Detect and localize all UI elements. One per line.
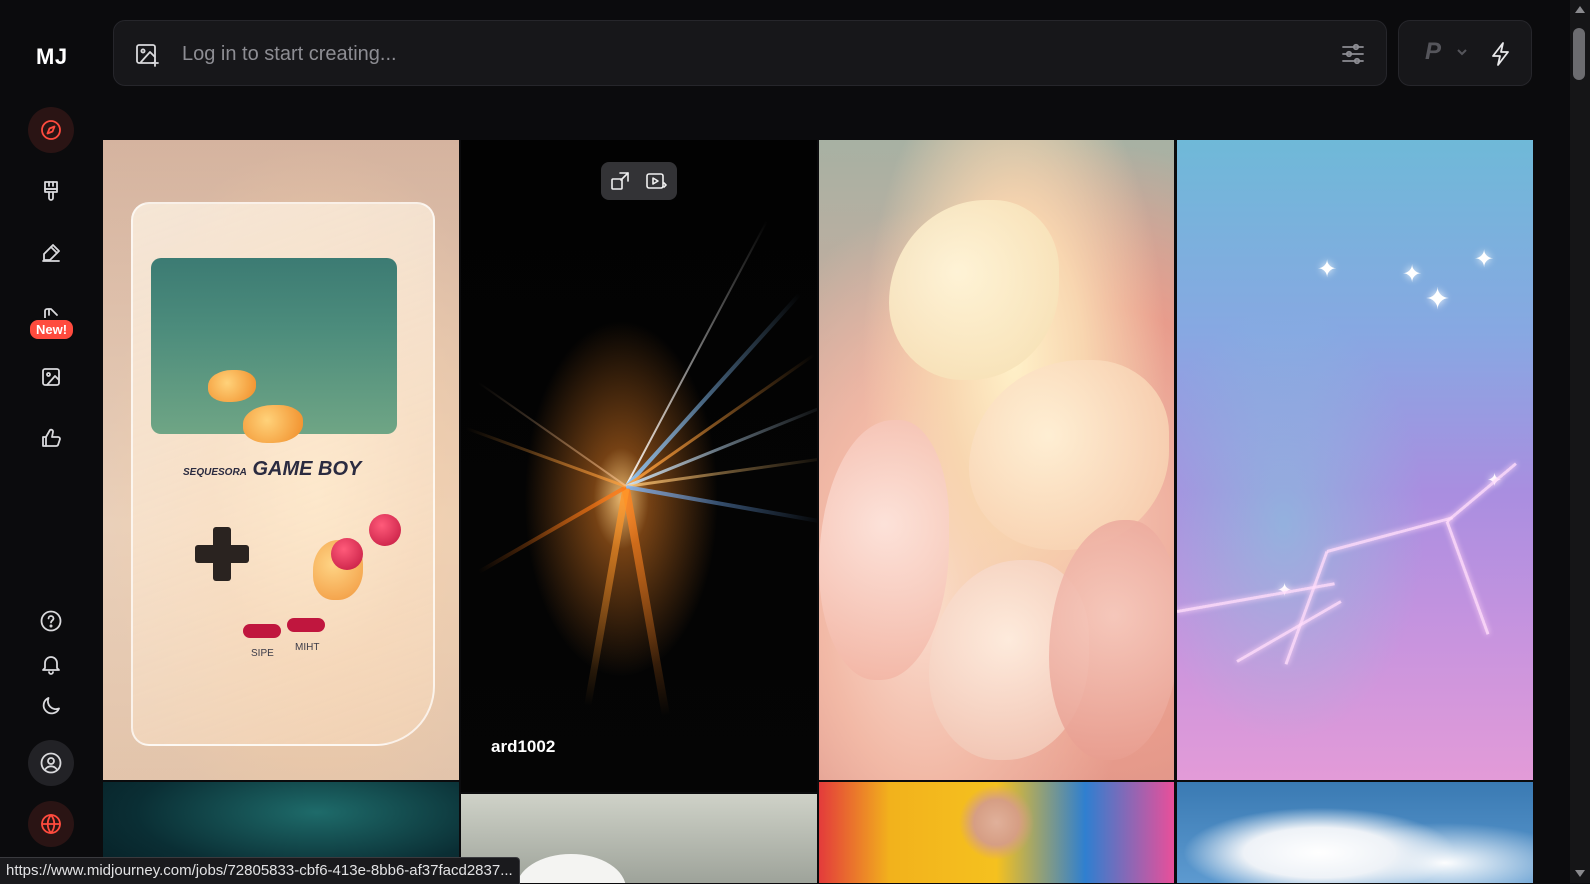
lightning-bolt-icon[interactable]	[1487, 40, 1515, 68]
sparkle-icon: ✦	[1474, 246, 1495, 273]
sidebar-item-help[interactable]	[28, 598, 74, 644]
mode-selector-panel: P	[1398, 20, 1532, 86]
gallery-tile-iridescent-water[interactable]: ✦ ✦ ✦ ✦ ✦ ✦	[1177, 140, 1533, 780]
caustic-line	[1284, 550, 1329, 665]
gallery-tile-goldfish-gameboy[interactable]: SEQUESORA GAME BOY SIPE MIHT	[103, 140, 459, 780]
light-streak	[465, 426, 627, 488]
gameboy-button	[331, 538, 363, 570]
gameboy-button	[369, 514, 401, 546]
light-streak	[625, 485, 817, 524]
animate-video-icon[interactable]	[645, 170, 667, 192]
goldfish	[243, 405, 303, 443]
light-streak	[477, 381, 627, 487]
gallery-tile-clouds[interactable]	[1177, 782, 1533, 883]
globe-icon	[41, 814, 61, 834]
thumbs-up-icon	[42, 428, 61, 447]
gameboy-brand-text: SEQUESORA GAME BOY	[183, 458, 362, 480]
gameboy-button-label: MIHT	[295, 642, 320, 653]
sidebar-item-language[interactable]	[28, 801, 74, 847]
sidebar-item-organize[interactable]	[28, 354, 74, 400]
compass-icon	[41, 120, 61, 140]
status-bar-url: https://www.midjourney.com/jobs/72805833…	[0, 857, 520, 884]
app-logo[interactable]: MJ	[36, 44, 68, 70]
gallery-tile-light-streaks[interactable]: ard1002	[461, 140, 817, 792]
gameboy-button-label: SIPE	[251, 648, 274, 659]
prompt-bar	[113, 20, 1387, 86]
image-prompt-icon[interactable]	[134, 41, 160, 67]
petal-shape	[1049, 520, 1174, 760]
sidebar-item-edit[interactable]	[28, 230, 74, 276]
expand-icon[interactable]	[609, 170, 631, 192]
light-streak	[477, 485, 627, 574]
white-orb	[516, 854, 626, 883]
light-streak	[622, 488, 670, 717]
sidebar-item-likes[interactable]	[28, 415, 74, 461]
gallery-tile-pop-art-portrait[interactable]	[819, 782, 1174, 883]
scroll-down-arrow-icon[interactable]	[1575, 870, 1585, 877]
sidebar-item-notifications[interactable]	[28, 641, 74, 687]
new-badge: New!	[28, 318, 76, 341]
petal-shape	[889, 200, 1059, 380]
caustic-line	[1445, 520, 1490, 635]
goldfish	[208, 370, 256, 402]
gallery-tile-pastel-petals[interactable]	[819, 140, 1174, 780]
image-icon	[42, 368, 60, 386]
settings-sliders-icon[interactable]	[1340, 41, 1366, 67]
sparkle-icon: ✦	[1317, 256, 1338, 283]
chevron-down-icon[interactable]	[1455, 45, 1469, 59]
mode-label[interactable]: P	[1425, 38, 1441, 66]
light-streak	[625, 402, 817, 488]
petal-shape	[819, 420, 949, 680]
caustic-line	[1326, 516, 1453, 553]
sidebar-item-create[interactable]	[28, 168, 74, 214]
gameboy-dpad	[213, 527, 231, 581]
scroll-up-arrow-icon[interactable]	[1575, 6, 1585, 13]
sidebar-item-profile[interactable]	[28, 740, 74, 786]
prompt-input[interactable]	[180, 39, 1284, 69]
tile-author[interactable]: ard1002	[491, 737, 555, 757]
tile-hover-controls	[601, 162, 677, 200]
gameboy-select-button	[243, 624, 281, 638]
bell-icon	[42, 656, 60, 675]
sparkle-icon: ✦	[1402, 261, 1423, 288]
sidebar-item-explore[interactable]	[28, 107, 74, 153]
light-streak	[584, 487, 630, 706]
light-streak	[625, 455, 817, 488]
caustic-line	[1446, 462, 1517, 523]
vertical-scrollbar[interactable]	[1570, 0, 1590, 883]
sidebar: MJ New!	[0, 0, 100, 883]
help-icon	[40, 610, 62, 632]
paintbrush-icon	[44, 181, 58, 201]
scrollbar-thumb[interactable]	[1573, 28, 1585, 80]
edit-icon	[42, 244, 60, 262]
gameboy-start-button	[287, 618, 325, 632]
moon-icon	[42, 697, 60, 715]
sparkle-icon: ✦	[1425, 283, 1451, 316]
user-icon	[40, 752, 62, 774]
sidebar-item-theme[interactable]	[28, 683, 74, 729]
